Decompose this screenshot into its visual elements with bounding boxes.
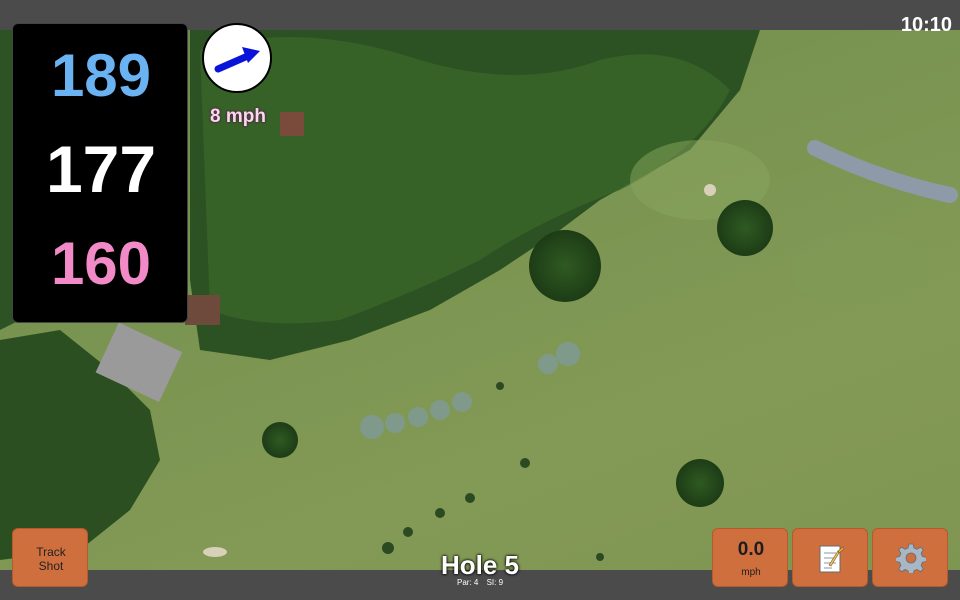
track-shot-label: Track Shot (13, 545, 89, 573)
speed-button[interactable]: 0.0 mph (712, 528, 788, 587)
wind-indicator (202, 23, 272, 93)
front-distance: 160 (50, 230, 152, 297)
speed-unit: mph (741, 567, 761, 578)
settings-button[interactable] (872, 528, 948, 587)
back-distance: 189 (50, 42, 152, 109)
distance-panel: 189 177 160 (12, 23, 188, 323)
track-shot-button[interactable]: Track Shot (12, 528, 88, 587)
speed-value: 0.0 (737, 539, 765, 560)
gear-icon (896, 543, 926, 573)
track-shot-label-line2: Shot (38, 559, 64, 573)
arrow-right-icon (214, 47, 260, 73)
clock: 10:10 (900, 14, 952, 36)
middle-distance: 177 (45, 132, 157, 206)
hole-meta: Par: 4 SI: 9 (380, 578, 580, 587)
wind-speed: 8 mph (210, 106, 266, 127)
hole-title: Hole 5 (440, 550, 520, 580)
notepad-icon (819, 545, 845, 573)
hole-si: SI: 9 (486, 578, 504, 587)
track-shot-label-line1: Track (36, 545, 66, 559)
notes-button[interactable] (792, 528, 868, 587)
hole-par: Par: 4 (456, 578, 479, 587)
